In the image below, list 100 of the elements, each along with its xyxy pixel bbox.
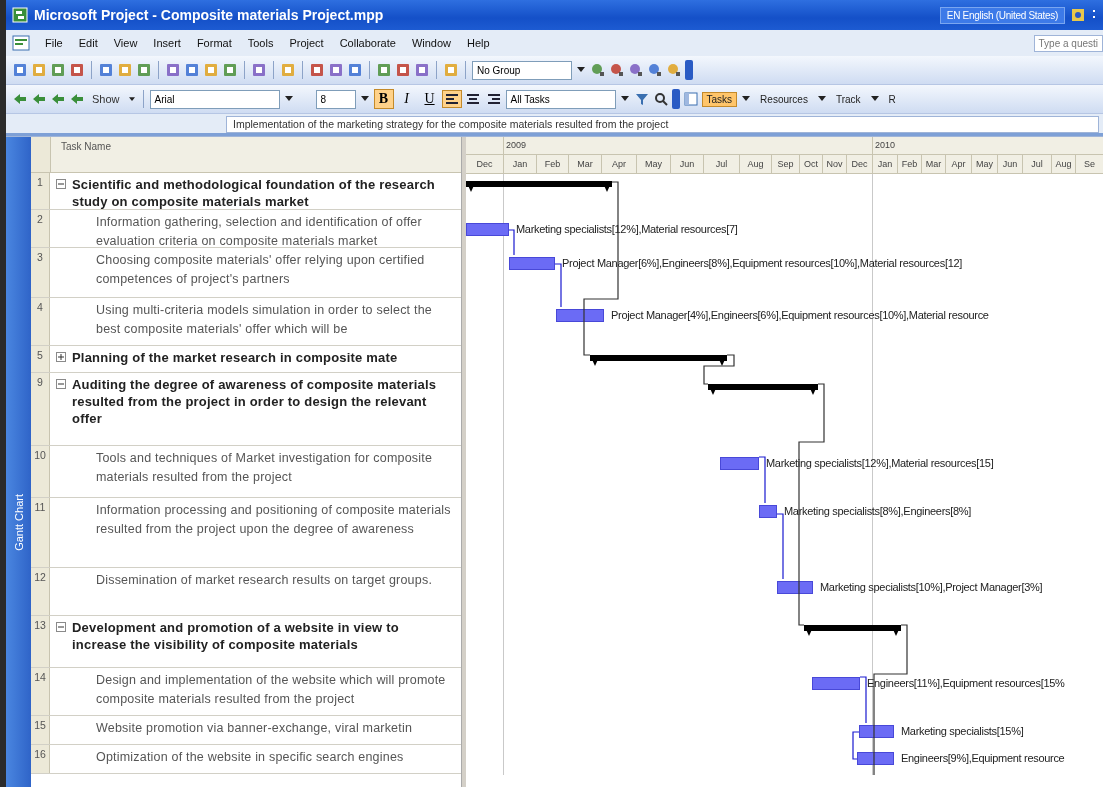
row-number: 10 [31, 446, 50, 497]
dependency-line [554, 263, 562, 308]
autofilter-icon[interactable] [633, 91, 650, 107]
guide-tab[interactable]: Tasks [701, 91, 738, 107]
row-number: 14 [31, 668, 50, 715]
menu-item[interactable]: File [44, 35, 64, 51]
group-dropdown[interactable]: No Group [472, 60, 572, 80]
task-bar[interactable] [857, 752, 894, 765]
document-icon[interactable] [12, 35, 30, 51]
menu-item[interactable]: Tools [246, 35, 275, 51]
timescale-month: Jun [671, 154, 704, 173]
task-name: Information processing and positioning of composite materials resulted from the project upon the degree of awareness [95, 502, 452, 538]
filter-dropdown[interactable]: All Tasks [505, 89, 616, 109]
guide-icon[interactable] [682, 91, 699, 107]
timescale-month: Aug [1052, 154, 1076, 173]
summary-bar[interactable] [466, 181, 612, 193]
search-icon[interactable] [652, 91, 669, 107]
caret-icon[interactable] [577, 67, 585, 73]
outline-toggle-icon[interactable] [56, 379, 66, 389]
outline-toggle-icon[interactable] [56, 179, 66, 189]
dependency-line [508, 229, 515, 256]
menu-item[interactable]: Edit [77, 35, 99, 51]
timescale-year: 2010 [873, 137, 1103, 154]
menu-item[interactable]: Format [195, 35, 233, 51]
task-name: Optimization of the website in specific search engines [95, 749, 404, 766]
timescale-month: Apr [602, 154, 637, 173]
menu-item[interactable]: Collaborate [338, 35, 397, 51]
row-number: 16 [31, 745, 50, 773]
task-name: Scientific and methodological foundation of the research study on composite materials market [72, 176, 436, 209]
timescale-month: May [637, 154, 671, 173]
caret-icon[interactable] [870, 96, 879, 102]
timescale-month: Mar [569, 154, 602, 173]
caret-icon[interactable] [360, 96, 369, 102]
language-bar[interactable]: EN English (United States) [939, 6, 1065, 24]
font-size-dropdown[interactable]: 8 [315, 89, 356, 109]
caret-icon[interactable] [128, 96, 135, 102]
guide-tab[interactable]: Resources [755, 91, 813, 107]
timescale-month: Mar [922, 154, 946, 173]
resource-label: Engineers[11%],Equipment resources[15% [867, 676, 1065, 690]
menu-item[interactable]: Window [410, 35, 453, 51]
timescale-month: Dec [847, 154, 873, 173]
resource-label: Engineers[9%],Equipment resource [901, 751, 1065, 765]
column-header[interactable]: Task Name [51, 137, 461, 173]
timescale-month: Se [1076, 154, 1103, 173]
task-name: Information gathering, selection and identification of offer evaluation criteria on composite materials market [95, 214, 423, 247]
resource-label: Project Manager[6%],Engineers[8%],Equipment resources[10%],Material resources[12] [562, 256, 963, 270]
task-bar[interactable] [859, 725, 894, 738]
italic-button[interactable]: I [396, 89, 417, 109]
help-search-field[interactable]: Type a questi [1033, 34, 1103, 52]
timescale-month: Jun [998, 154, 1023, 173]
caret-icon[interactable] [620, 96, 629, 102]
timescale-month: Oct [800, 154, 823, 173]
guide-tab[interactable]: R [883, 91, 901, 107]
row-number: 2 [31, 210, 50, 247]
app-icon [12, 7, 28, 23]
outline-toggle-icon[interactable] [56, 622, 66, 632]
underline-button[interactable]: U [419, 89, 440, 109]
row-number: 9 [31, 373, 50, 445]
task-name: Auditing the degree of awareness of composite materials resulted from the project in order to design the relevant offer [72, 376, 438, 427]
row-number: 11 [31, 498, 50, 567]
row-number: 13 [31, 616, 50, 667]
dependency-line [758, 456, 766, 504]
timescale-month: Jul [1023, 154, 1052, 173]
task-name: Tools and techniques of Market investigation for composite materials resulted from the project [95, 450, 434, 486]
view-bar[interactable]: Gantt Chart [6, 137, 31, 787]
toolbar-end[interactable] [685, 60, 693, 80]
resource-label: Marketing specialists[15%] [901, 724, 1024, 738]
summary-bar[interactable] [804, 625, 901, 637]
caret-icon[interactable] [284, 96, 293, 102]
resource-label: Marketing specialists[8%],Engineers[8%] [784, 504, 971, 518]
font-dropdown[interactable]: Arial [149, 89, 280, 109]
summary-bar[interactable] [708, 384, 818, 396]
entry-field[interactable]: Implementation of the marketing strategy for the composite materials resulted from the project [226, 116, 1099, 133]
menu-item[interactable]: View [112, 35, 139, 51]
toolbar-end[interactable] [671, 89, 680, 109]
resource-label: Marketing specialists[12%],Material resources[15] [766, 456, 994, 470]
timescale-month: Dec [466, 154, 504, 173]
caret-icon[interactable] [742, 96, 751, 102]
dependency-line [859, 676, 867, 724]
caret-icon[interactable] [817, 96, 826, 102]
menu-item[interactable]: Project [288, 35, 325, 51]
menu-item[interactable]: Insert [152, 35, 182, 51]
timescale-month: May [972, 154, 998, 173]
timescale-year: 2009 [504, 137, 873, 154]
align-left-icon[interactable] [442, 91, 461, 107]
task-name: Planning of the market research in composite mate [72, 349, 398, 366]
show-button[interactable]: Show [88, 92, 124, 106]
outdent-icon[interactable] [12, 91, 28, 107]
guide-tab[interactable]: Track [830, 91, 866, 107]
timescale-month: Jan [873, 154, 898, 173]
outline-toggle-icon[interactable] [56, 352, 66, 362]
bold-button[interactable]: B [373, 89, 394, 109]
task-bar[interactable] [556, 309, 604, 322]
timescale-month: Feb [537, 154, 569, 173]
row-number: 4 [31, 298, 50, 345]
summary-bar[interactable] [590, 355, 727, 367]
task-name: Website promotion via banner-exchange, viral marketin [95, 720, 413, 737]
menu-item[interactable]: Help [466, 35, 491, 51]
task-bar[interactable] [777, 581, 813, 594]
timescale-month: Aug [740, 154, 772, 173]
